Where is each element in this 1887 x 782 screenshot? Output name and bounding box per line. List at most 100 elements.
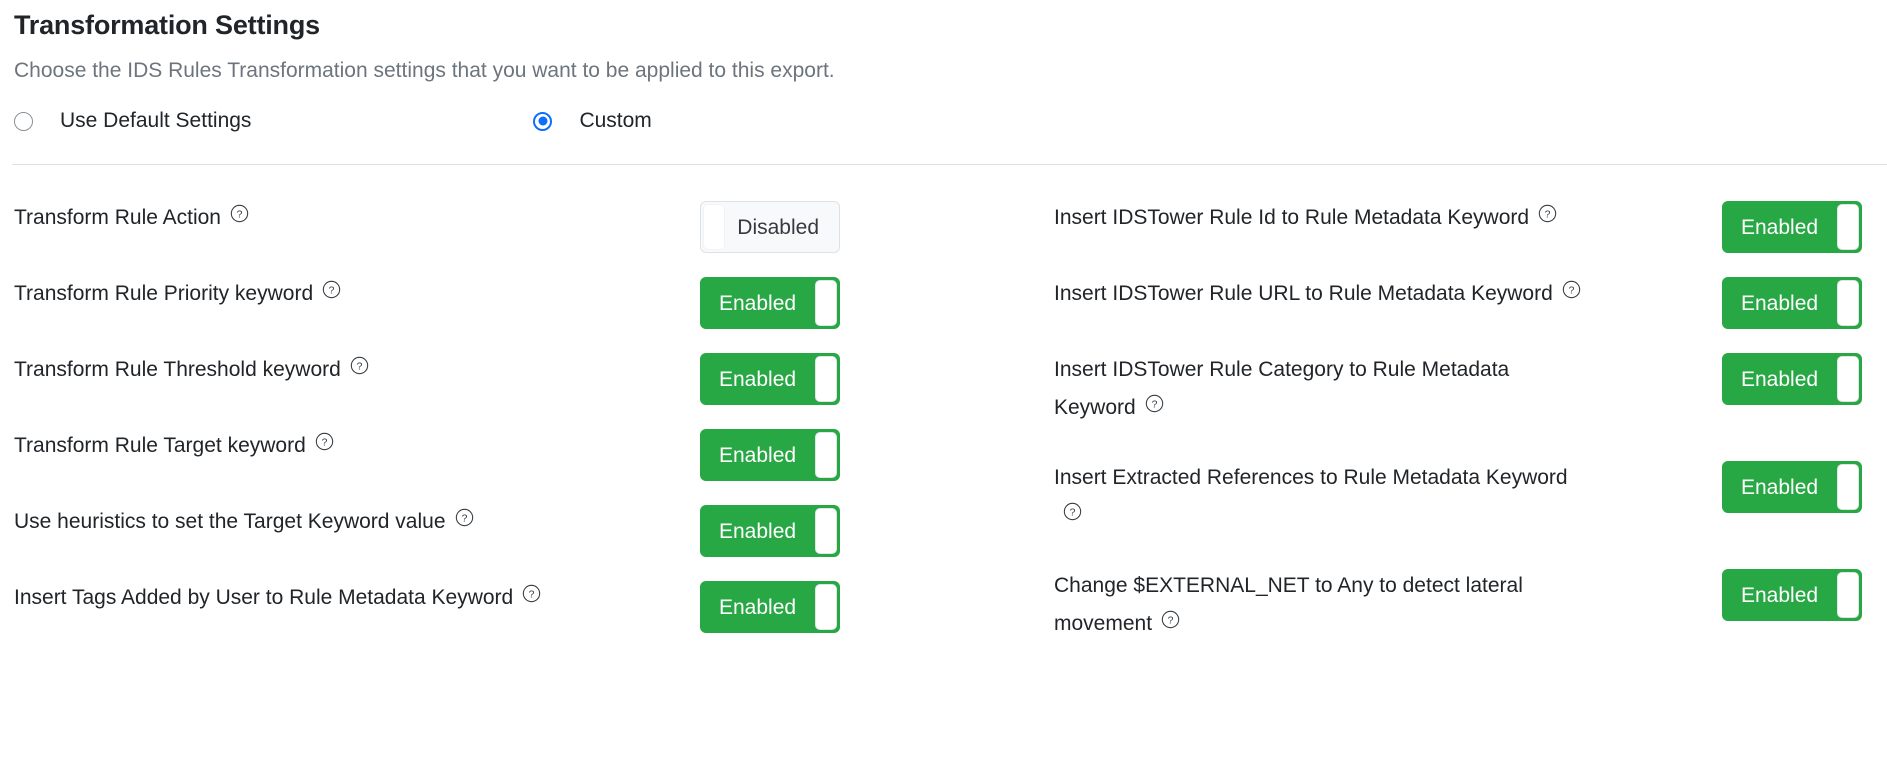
toggle-state-label: Enabled: [1741, 291, 1819, 315]
radio-option-custom[interactable]: Custom: [533, 109, 652, 132]
help-icon[interactable]: ?: [1063, 502, 1082, 521]
radio-circle-icon[interactable]: [14, 111, 33, 131]
setting-label-text: Insert IDSTower Rule Id to Rule Metadata…: [1054, 206, 1530, 229]
settings-left-column: Transform Rule Action? Disabled Transfor…: [0, 165, 1040, 720]
toggle-insert-tags-added-by-user[interactable]: Enabled: [700, 581, 840, 633]
radio-option-use-default-settings[interactable]: Use Default Settings: [14, 110, 251, 132]
svg-text:?: ?: [529, 589, 535, 600]
svg-text:?: ?: [237, 209, 243, 220]
help-icon[interactable]: ?: [230, 204, 249, 223]
setting-row-insert-idstower-rule-id: Insert IDSTower Rule Id to Rule Metadata…: [1040, 199, 1887, 253]
setting-label: Use heuristics to set the Target Keyword…: [0, 503, 694, 541]
setting-label-text: Use heuristics to set the Target Keyword…: [14, 510, 446, 533]
setting-label-text: Transform Rule Target keyword: [14, 434, 306, 457]
toggle-state-label: Enabled: [719, 367, 797, 391]
setting-row-insert-idstower-rule-url: Insert IDSTower Rule URL to Rule Metadat…: [1040, 275, 1887, 329]
setting-label: Transform Rule Target keyword?: [0, 427, 694, 465]
toggle-insert-idstower-rule-url[interactable]: Enabled: [1722, 277, 1862, 329]
toggle-insert-idstower-rule-category[interactable]: Enabled: [1722, 353, 1862, 405]
setting-label-text: Insert IDSTower Rule Category to Rule Me…: [1054, 358, 1510, 419]
settings-grid: Transform Rule Action? Disabled Transfor…: [0, 165, 1887, 720]
setting-row-use-heuristics-target-keyword-value: Use heuristics to set the Target Keyword…: [0, 503, 1040, 557]
setting-label: Transform Rule Priority keyword?: [0, 275, 694, 313]
radio-label-custom: Custom: [579, 109, 652, 132]
svg-text:?: ?: [329, 285, 335, 296]
setting-label: Insert IDSTower Rule Category to Rule Me…: [1040, 351, 1524, 427]
svg-text:?: ?: [356, 361, 362, 372]
help-icon[interactable]: ?: [1161, 610, 1180, 629]
setting-label-text: Transform Rule Priority keyword: [14, 282, 314, 305]
setting-row-transform-rule-target-keyword: Transform Rule Target keyword? Enabled: [0, 427, 1040, 481]
setting-row-transform-rule-priority-keyword: Transform Rule Priority keyword? Enabled: [0, 275, 1040, 329]
settings-mode-radio-group: Use Default Settings Custom: [14, 104, 1887, 138]
setting-label: Insert IDSTower Rule URL to Rule Metadat…: [1040, 275, 1724, 313]
setting-row-insert-idstower-rule-category: Insert IDSTower Rule Category to Rule Me…: [1040, 351, 1887, 427]
toggle-transform-rule-priority-keyword[interactable]: Enabled: [700, 277, 840, 329]
help-icon[interactable]: ?: [1145, 394, 1164, 413]
svg-text:?: ?: [461, 513, 467, 524]
toggle-transform-rule-target-keyword[interactable]: Enabled: [700, 429, 840, 481]
page-subtitle: Choose the IDS Rules Transformation sett…: [14, 59, 835, 82]
toggle-state-label: Enabled: [1741, 475, 1819, 499]
setting-label: Insert IDSTower Rule Id to Rule Metadata…: [1040, 199, 1724, 237]
svg-text:?: ?: [1070, 507, 1076, 518]
toggle-insert-idstower-rule-id[interactable]: Enabled: [1722, 201, 1862, 253]
toggle-knob: [1837, 464, 1859, 510]
toggle-transform-rule-threshold-keyword[interactable]: Enabled: [700, 353, 840, 405]
setting-row-insert-extracted-references: Insert Extracted References to Rule Meta…: [1040, 459, 1887, 535]
toggle-transform-rule-action[interactable]: Disabled: [700, 201, 840, 253]
toggle-knob: [815, 432, 837, 478]
toggle-state-label: Enabled: [719, 291, 797, 315]
toggle-insert-extracted-references[interactable]: Enabled: [1722, 461, 1862, 513]
svg-text:?: ?: [321, 437, 327, 448]
toggle-knob: [1837, 356, 1859, 402]
setting-label: Transform Rule Action?: [0, 199, 694, 237]
toggle-knob: [703, 204, 725, 250]
toggle-state-label: Disabled: [737, 215, 819, 239]
toggle-state-label: Enabled: [1741, 367, 1819, 391]
setting-row-insert-tags-added-by-user: Insert Tags Added by User to Rule Metada…: [0, 579, 1040, 633]
radio-label-use-default-settings: Use Default Settings: [60, 109, 252, 132]
help-icon[interactable]: ?: [455, 508, 474, 527]
setting-label-text: Transform Rule Threshold keyword: [14, 358, 341, 381]
toggle-state-label: Enabled: [1741, 215, 1819, 239]
help-icon[interactable]: ?: [322, 280, 341, 299]
toggle-knob: [815, 356, 837, 402]
setting-label-text: Insert Extracted References to Rule Meta…: [1054, 466, 1568, 489]
toggle-knob: [1837, 572, 1859, 618]
help-icon[interactable]: ?: [1562, 280, 1581, 299]
help-icon[interactable]: ?: [350, 356, 369, 375]
svg-text:?: ?: [1151, 399, 1157, 410]
radio-circle-selected-icon[interactable]: [533, 111, 553, 131]
toggle-knob: [815, 584, 837, 630]
svg-text:?: ?: [1568, 285, 1574, 296]
setting-label-text: Change $EXTERNAL_NET to Any to detect la…: [1054, 574, 1523, 635]
panel-header: Transformation Settings Choose the IDS R…: [0, 0, 1887, 86]
settings-right-column: Insert IDSTower Rule Id to Rule Metadata…: [1040, 165, 1887, 720]
toggle-change-external-net-to-any[interactable]: Enabled: [1722, 569, 1862, 621]
setting-row-transform-rule-action: Transform Rule Action? Disabled: [0, 199, 1040, 253]
toggle-state-label: Enabled: [719, 519, 797, 543]
setting-row-transform-rule-threshold-keyword: Transform Rule Threshold keyword? Enable…: [0, 351, 1040, 405]
transformation-settings-panel: Transformation Settings Choose the IDS R…: [0, 0, 1887, 782]
toggle-knob: [815, 280, 837, 326]
svg-text:?: ?: [1168, 615, 1174, 626]
toggle-knob: [1837, 204, 1859, 250]
svg-text:?: ?: [1545, 209, 1551, 220]
toggle-state-label: Enabled: [1741, 583, 1819, 607]
setting-row-change-external-net-to-any: Change $EXTERNAL_NET to Any to detect la…: [1040, 567, 1887, 643]
help-icon[interactable]: ?: [522, 584, 541, 603]
toggle-state-label: Enabled: [719, 443, 797, 467]
setting-label-text: Insert Tags Added by User to Rule Metada…: [14, 586, 514, 609]
setting-label-text: Transform Rule Action: [14, 206, 221, 229]
help-icon[interactable]: ?: [1538, 204, 1557, 223]
help-icon[interactable]: ?: [315, 432, 334, 451]
setting-label: Transform Rule Threshold keyword?: [0, 351, 694, 389]
toggle-knob: [1837, 280, 1859, 326]
setting-label-text: Insert IDSTower Rule URL to Rule Metadat…: [1054, 282, 1553, 305]
toggle-state-label: Enabled: [719, 595, 797, 619]
setting-label: Insert Tags Added by User to Rule Metada…: [0, 579, 694, 617]
setting-label: Insert Extracted References to Rule Meta…: [1040, 459, 1584, 535]
setting-label: Change $EXTERNAL_NET to Any to detect la…: [1040, 567, 1534, 643]
toggle-use-heuristics-target-keyword-value[interactable]: Enabled: [700, 505, 840, 557]
